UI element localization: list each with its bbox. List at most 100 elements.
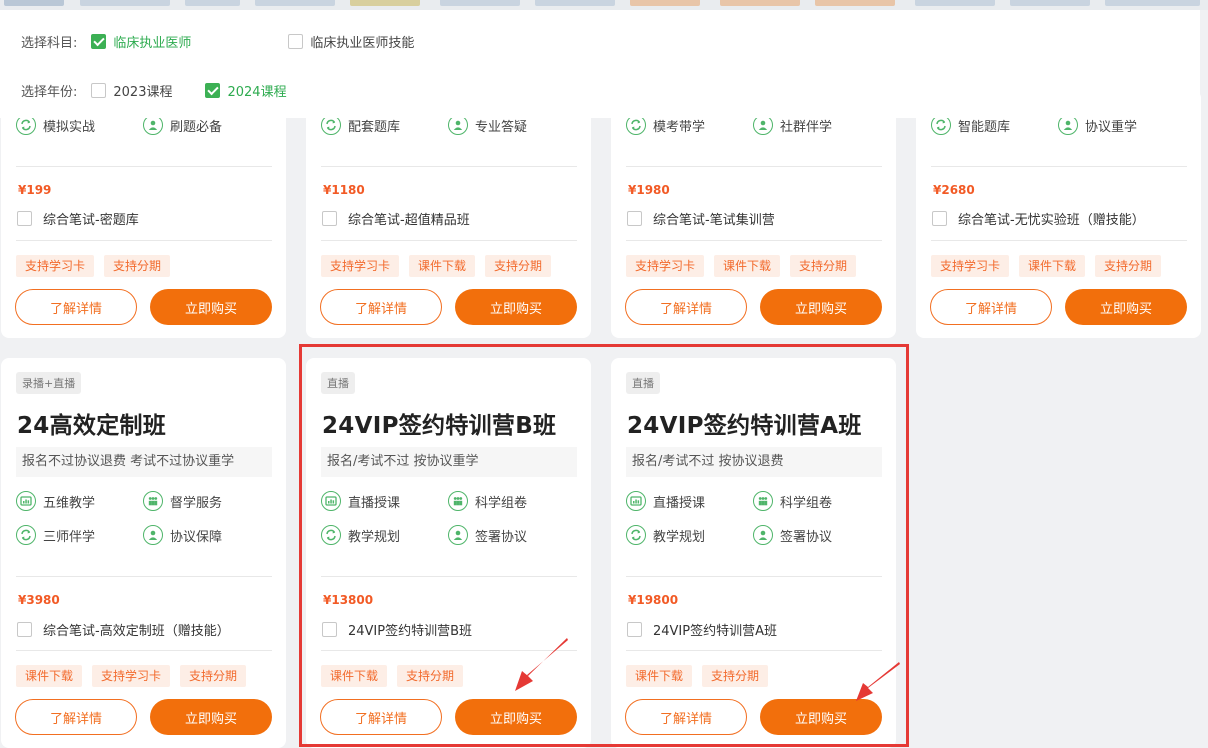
- divider: [626, 576, 882, 577]
- course-card: 模考带学 社群伴学 ¥1980 综合笔试-笔试集训营 支持学习卡 课件下载 支持…: [611, 90, 896, 338]
- course-card: 直播 24VIP签约特训营B班 报名/考试不过 按协议重学 直播授课 科学组卷 …: [306, 358, 591, 748]
- course-guarantee: 报名/考试不过 按协议退费: [626, 447, 882, 477]
- feature-item: 智能题库: [931, 115, 1010, 135]
- feature-chips: 支持学习卡 课件下载 支持分期: [321, 255, 561, 277]
- package-option[interactable]: 综合笔试-笔试集训营: [627, 209, 775, 228]
- divider: [626, 650, 882, 651]
- subject-option-clinical[interactable]: 临床执业医师: [91, 32, 191, 51]
- package-checkbox[interactable]: [17, 622, 32, 637]
- feature-item: 教学规划: [626, 525, 705, 545]
- package-label: 综合笔试-无忧实验班（赠技能）: [958, 213, 1145, 228]
- feature-item: 直播授课: [626, 491, 705, 511]
- package-option[interactable]: 综合笔试-高效定制班（赠技能）: [17, 620, 230, 639]
- chip: 支持分期: [702, 665, 769, 687]
- user-icon: [143, 115, 163, 135]
- feature-label: 直播授课: [348, 495, 401, 511]
- feature-item: 科学组卷: [753, 491, 832, 511]
- feature-item: 配套题库: [321, 115, 400, 135]
- course-card: 智能题库 协议重学 ¥2680 综合笔试-无忧实验班（赠技能） 支持学习卡 课件…: [916, 90, 1201, 338]
- chip: 支持分期: [1095, 255, 1162, 277]
- details-button[interactable]: 了解详情: [320, 289, 442, 325]
- package-option[interactable]: 综合笔试-密题库: [17, 209, 139, 228]
- year-option-2024[interactable]: 2024课程: [205, 81, 287, 100]
- feature-item: 社群伴学: [753, 115, 832, 135]
- feature-label: 直播授课: [653, 495, 706, 511]
- course-card: 录播+直播 24高效定制班 报名不过协议退费 考试不过协议重学 五维教学 督学服…: [1, 358, 286, 748]
- details-button[interactable]: 了解详情: [625, 699, 747, 735]
- course-title: 24VIP签约特训营B班: [322, 413, 557, 439]
- details-button[interactable]: 了解详情: [320, 699, 442, 735]
- buy-now-button[interactable]: 立即购买: [760, 289, 882, 325]
- package-option[interactable]: 24VIP签约特训营B班: [322, 620, 472, 639]
- feature-label: 五维教学: [43, 495, 96, 511]
- subject-option-clinical-skills[interactable]: 临床执业医师技能: [288, 32, 414, 51]
- feature-chips: 课件下载 支持分期: [321, 665, 473, 687]
- checkbox[interactable]: [91, 83, 107, 98]
- details-button[interactable]: 了解详情: [625, 289, 747, 325]
- group-icon: [753, 491, 773, 511]
- details-button[interactable]: 了解详情: [15, 699, 137, 735]
- feature-label: 专业答疑: [475, 119, 528, 135]
- checkbox[interactable]: [205, 83, 221, 98]
- feature-chips: 支持学习卡 课件下载 支持分期: [931, 255, 1171, 277]
- year-filter-row: 选择年份: 2023课程 2024课程: [21, 81, 323, 100]
- package-checkbox[interactable]: [627, 622, 642, 637]
- details-button[interactable]: 了解详情: [930, 289, 1052, 325]
- course-guarantee: 报名不过协议退费 考试不过协议重学: [16, 447, 272, 477]
- refresh-icon: [16, 525, 36, 545]
- package-checkbox[interactable]: [932, 211, 947, 226]
- price: ¥2680: [933, 183, 975, 197]
- user-icon: [753, 115, 773, 135]
- feature-label: 协议保障: [170, 529, 223, 545]
- chip: 支持分期: [180, 665, 247, 687]
- chip: 课件下载: [409, 255, 476, 277]
- buy-now-button[interactable]: 立即购买: [150, 699, 272, 735]
- package-label: 综合笔试-笔试集训营: [653, 213, 775, 228]
- course-title: 24VIP签约特训营A班: [627, 413, 862, 439]
- package-checkbox[interactable]: [322, 622, 337, 637]
- refresh-icon: [626, 115, 646, 135]
- buy-now-button[interactable]: 立即购买: [455, 289, 577, 325]
- subject-filter-label: 选择科目:: [21, 36, 78, 51]
- subject-filter-row: 选择科目: 临床执业医师 临床执业医师技能: [21, 32, 450, 51]
- feature-label: 模拟实战: [43, 119, 96, 135]
- details-button[interactable]: 了解详情: [15, 289, 137, 325]
- feature-label: 签署协议: [475, 529, 528, 545]
- divider: [321, 576, 577, 577]
- package-option[interactable]: 24VIP签约特训营A班: [627, 620, 777, 639]
- package-checkbox[interactable]: [17, 211, 32, 226]
- buy-now-button[interactable]: 立即购买: [760, 699, 882, 735]
- package-option[interactable]: 综合笔试-超值精品班: [322, 209, 470, 228]
- user-icon: [143, 525, 163, 545]
- grid-icon: [16, 491, 36, 511]
- checkbox[interactable]: [91, 34, 107, 49]
- buy-now-button[interactable]: 立即购买: [455, 699, 577, 735]
- divider: [626, 166, 882, 167]
- package-checkbox[interactable]: [627, 211, 642, 226]
- package-label: 24VIP签约特训营A班: [653, 624, 778, 639]
- feature-item: 模拟实战: [16, 115, 95, 135]
- year-option-2023[interactable]: 2023课程: [91, 81, 172, 100]
- chip: 支持分期: [397, 665, 464, 687]
- buy-now-button[interactable]: 立即购买: [150, 289, 272, 325]
- course-card: 直播 24VIP签约特训营A班 报名/考试不过 按协议退费 直播授课 科学组卷 …: [611, 358, 896, 748]
- package-option[interactable]: 综合笔试-无忧实验班（赠技能）: [932, 209, 1145, 228]
- price: ¥199: [18, 183, 52, 197]
- feature-label: 科学组卷: [475, 495, 528, 511]
- package-checkbox[interactable]: [322, 211, 337, 226]
- price: ¥1980: [628, 183, 670, 197]
- feature-chips: 支持学习卡 支持分期: [16, 255, 180, 277]
- divider: [16, 166, 272, 167]
- checkbox[interactable]: [288, 34, 304, 49]
- chip: 支持分期: [104, 255, 171, 277]
- buy-now-button[interactable]: 立即购买: [1065, 289, 1187, 325]
- feature-item: 三师伴学: [16, 525, 95, 545]
- feature-label: 智能题库: [958, 119, 1011, 135]
- feature-item: 协议重学: [1058, 115, 1137, 135]
- refresh-icon: [931, 115, 951, 135]
- user-icon: [448, 525, 468, 545]
- refresh-icon: [16, 115, 36, 135]
- divider: [626, 240, 882, 241]
- browser-bookmarks-strip: [0, 0, 1208, 10]
- package-label: 24VIP签约特训营B班: [348, 624, 473, 639]
